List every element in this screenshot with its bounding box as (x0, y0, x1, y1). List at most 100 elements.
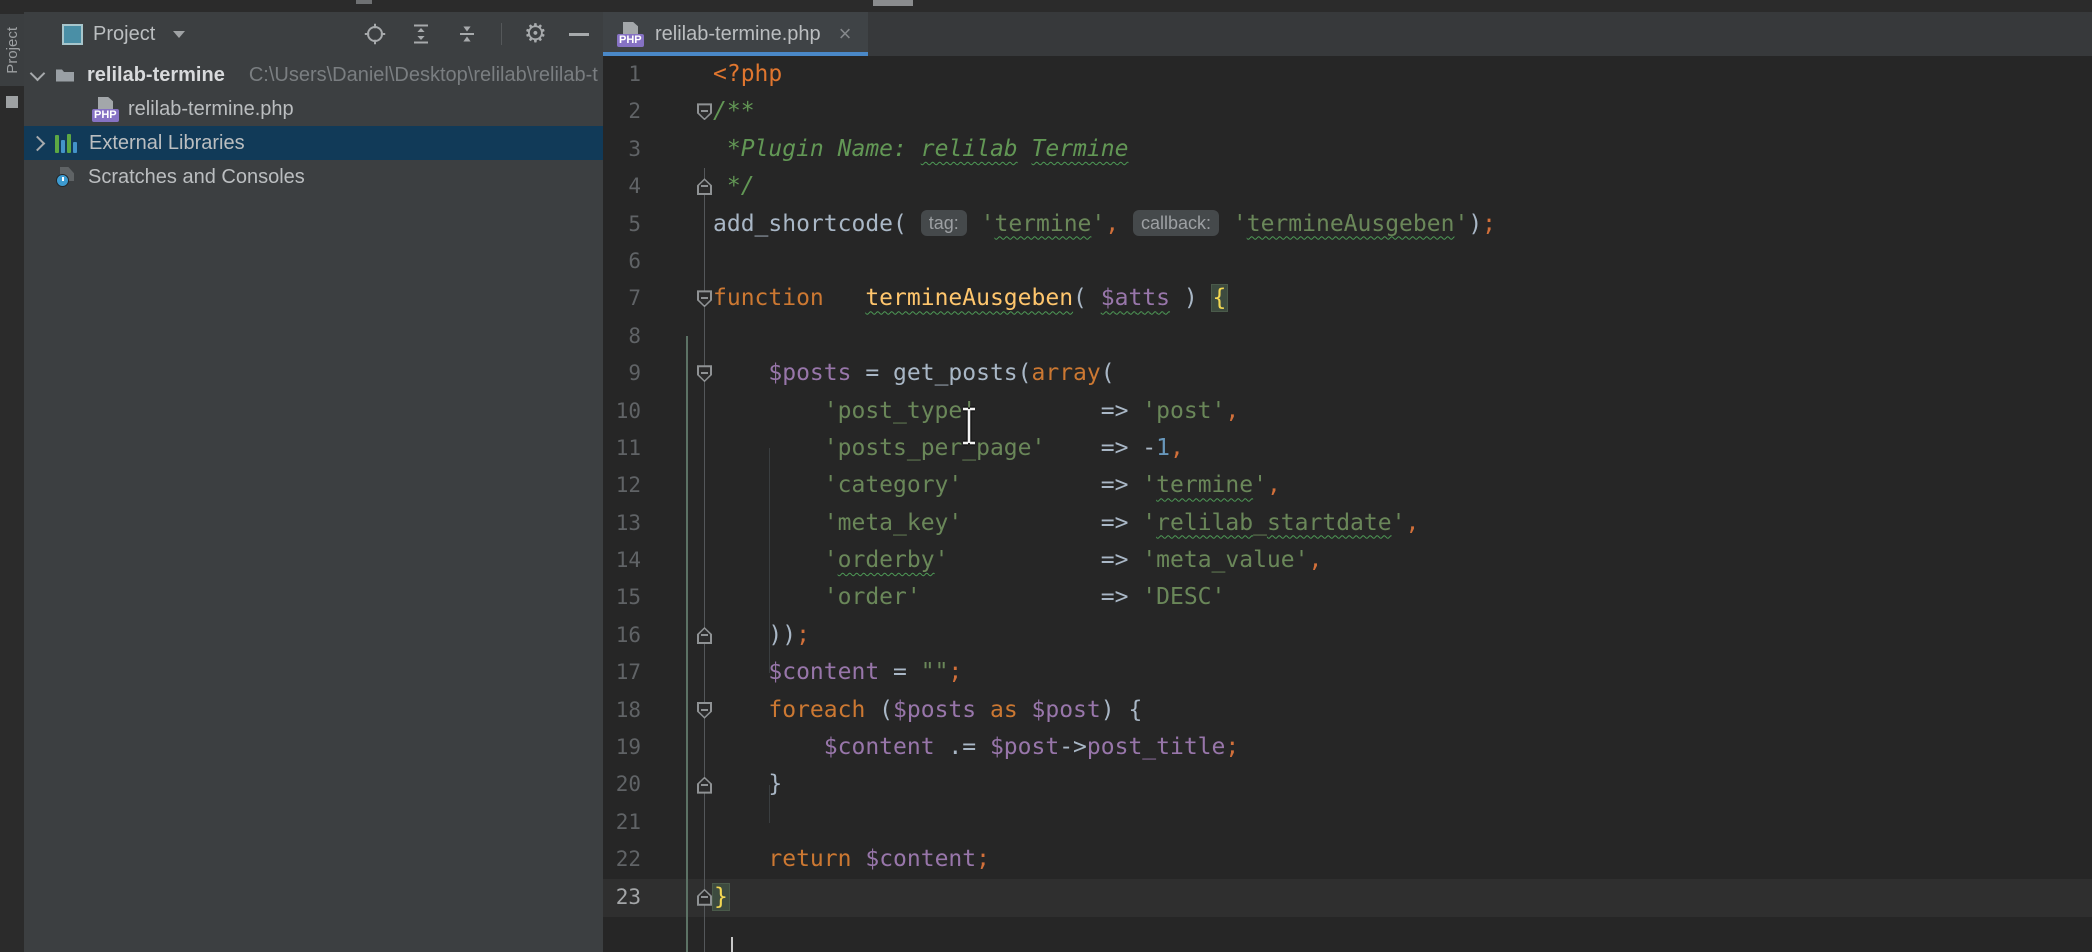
fold-marker-line-18[interactable] (697, 702, 712, 719)
code-line-10[interactable]: 'post_type' => 'post', (713, 393, 1496, 430)
line-number-22: 22 (603, 841, 641, 878)
fold-marker-line-16[interactable] (697, 627, 712, 644)
line-number-9: 9 (603, 355, 641, 392)
code-token: ; (1482, 211, 1496, 237)
folder-icon (55, 67, 75, 83)
libraries-icon (55, 133, 77, 153)
code-token: ; (1225, 734, 1239, 760)
code-area[interactable]: <?php /** *Plugin Name: relilab Termine *… (713, 56, 1496, 916)
line-number-15: 15 (603, 579, 641, 616)
code-token: termine (994, 211, 1091, 237)
code-line-3[interactable]: *Plugin Name: relilab Termine (713, 131, 1496, 168)
chevron-down-icon[interactable] (30, 65, 46, 81)
code-line-2[interactable]: /** (713, 93, 1496, 130)
code-line-15[interactable]: 'order' => 'DESC' (713, 579, 1496, 616)
project-stripe-button[interactable]: Project (0, 14, 24, 86)
code-token: ; (796, 622, 810, 648)
locate-file-button[interactable] (363, 22, 387, 46)
code-line-21[interactable] (713, 804, 1496, 841)
mouse-cursor-ibeam (960, 406, 978, 446)
code-line-7[interactable]: function termineAusgeben( $atts ) { (713, 280, 1496, 317)
code-line-20[interactable]: } (713, 766, 1496, 803)
tab-title: relilab-termine.php (655, 23, 821, 46)
code-token: *Plugin Name: (713, 136, 921, 162)
chevron-right-icon[interactable] (30, 135, 46, 151)
code-line-12[interactable]: 'category' => 'termine', (713, 467, 1496, 504)
code-token: $content (865, 846, 976, 872)
code-token (967, 211, 981, 237)
fold-marker-line-20[interactable] (697, 777, 712, 794)
code-token: <?php (713, 61, 782, 87)
code-line-9[interactable]: $posts = get_posts(array( (713, 355, 1496, 392)
code-line-23[interactable]: } (713, 879, 1496, 916)
code-token: )) (713, 622, 796, 648)
code-editor[interactable]: 1234567891011121314151617181920212223 <?… (603, 56, 2092, 952)
title-strip (0, 0, 2092, 12)
code-token: $posts (893, 697, 976, 723)
code-token (713, 360, 768, 386)
code-token: 1 (1156, 435, 1170, 461)
code-token: ' (824, 547, 838, 573)
tree-row-external-libraries[interactable]: External Libraries (24, 126, 603, 160)
code-line-4[interactable]: */ (713, 168, 1496, 205)
crosshair-icon (363, 22, 387, 46)
code-line-16[interactable]: )); (713, 617, 1496, 654)
hide-panel-button[interactable] (569, 33, 589, 36)
settings-gear-icon[interactable]: ⚙ (524, 22, 547, 46)
code-token (713, 584, 824, 610)
scratches-icon (56, 167, 78, 187)
code-line-5[interactable]: add_shortcode( tag: 'termine', callback:… (713, 206, 1496, 243)
project-view-selector[interactable]: Project (62, 23, 185, 46)
code-token: } (713, 771, 782, 797)
code-token: foreach (768, 697, 865, 723)
code-line-17[interactable]: $content = ""; (713, 654, 1496, 691)
fold-marker-line-9[interactable] (697, 365, 712, 382)
code-line-6[interactable] (713, 243, 1496, 280)
code-token (1219, 211, 1233, 237)
code-token (976, 398, 1101, 424)
vcs-change-bar (686, 336, 688, 952)
code-token: => (1101, 398, 1143, 424)
collapse-all-button[interactable] (455, 22, 479, 46)
code-token (962, 510, 1100, 536)
code-token: ' (1454, 211, 1468, 237)
tab-relilab-termine[interactable]: PHP relilab-termine.php × (603, 12, 868, 56)
ide-window: Project Project (0, 0, 2092, 952)
code-line-18[interactable]: foreach ($posts as $post) { (713, 692, 1496, 729)
project-panel-header: Project (24, 12, 603, 56)
tree-row-project-root[interactable]: relilab-termine C:\Users\Daniel\Desktop\… (24, 58, 603, 92)
expand-all-button[interactable] (409, 22, 433, 46)
code-line-22[interactable]: return $content; (713, 841, 1496, 878)
code-token: ; (976, 846, 990, 872)
fold-marker-line-2[interactable] (697, 103, 712, 120)
code-token: tag: (921, 210, 967, 236)
code-token: ' (935, 547, 949, 573)
code-line-8[interactable] (713, 318, 1496, 355)
code-token: ) (1468, 211, 1482, 237)
tree-row-php-file[interactable]: PHP relilab-termine.php (24, 92, 603, 126)
code-token: $content (768, 659, 879, 685)
code-line-14[interactable]: 'orderby' => 'meta_value', (713, 542, 1496, 579)
fold-marker-line-4[interactable] (697, 178, 712, 195)
tree-row-scratches[interactable]: Scratches and Consoles (24, 160, 603, 194)
code-token: ( (1101, 360, 1115, 386)
code-token: termineAusgeben (865, 285, 1073, 311)
code-token: post_title (1087, 734, 1225, 760)
code-line-1[interactable]: <?php (713, 56, 1496, 93)
fold-marker-line-23[interactable] (697, 889, 712, 906)
code-token: startdate (1267, 510, 1392, 536)
line-number-8: 8 (603, 318, 641, 355)
code-line-19[interactable]: $content .= $post->post_title; (713, 729, 1496, 766)
code-token: , (1170, 435, 1184, 461)
code-line-13[interactable]: 'meta_key' => 'relilab_startdate', (713, 505, 1496, 542)
code-token: ' (1142, 510, 1156, 536)
code-token: 'post_type' (824, 398, 976, 424)
close-icon[interactable]: × (839, 24, 852, 44)
code-token: callback: (1133, 210, 1219, 236)
code-token: 'posts_per_page' (824, 435, 1046, 461)
fold-marker-line-7[interactable] (697, 290, 712, 307)
code-token (713, 697, 768, 723)
line-number-20: 20 (603, 766, 641, 803)
code-line-11[interactable]: 'posts_per_page' => -1, (713, 430, 1496, 467)
code-token (824, 285, 866, 311)
